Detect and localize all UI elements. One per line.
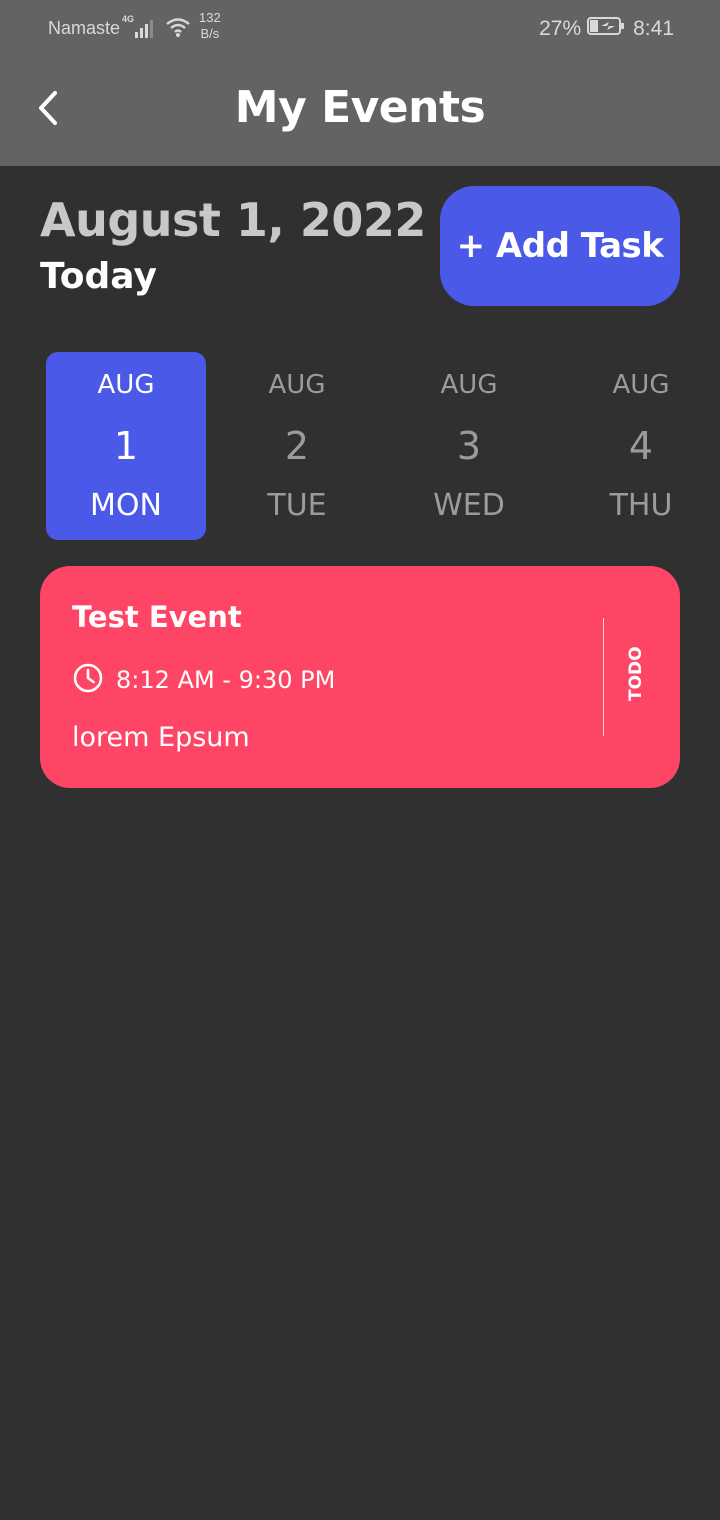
event-status-badge: TODO bbox=[626, 646, 646, 701]
event-time: 8:12 AM - 9:30 PM bbox=[116, 666, 336, 694]
carrier-name: Namaste bbox=[48, 18, 121, 38]
day-number: 2 bbox=[284, 424, 310, 468]
network-speed: 132 B/s bbox=[199, 10, 221, 42]
day-number: 3 bbox=[456, 424, 482, 468]
day-weekday: TUE bbox=[267, 488, 327, 523]
battery-percent: 27% bbox=[539, 17, 582, 40]
day-weekday: WED bbox=[433, 488, 505, 523]
add-task-button[interactable]: + Add Task bbox=[440, 186, 680, 306]
day-weekday: THU bbox=[609, 488, 673, 523]
day-month: AUG bbox=[268, 370, 326, 400]
wifi-icon bbox=[165, 16, 191, 43]
day-item-aug-3[interactable]: AUG 3 WED bbox=[389, 352, 549, 540]
status-right: 27% 8:41 bbox=[539, 16, 674, 42]
day-month: AUG bbox=[440, 370, 498, 400]
battery-charging-icon bbox=[587, 16, 625, 42]
page-title: My Events bbox=[234, 82, 486, 133]
event-description: lorem Epsum bbox=[72, 722, 250, 753]
signal-icon bbox=[135, 18, 157, 43]
day-weekday: MON bbox=[90, 488, 162, 523]
clock-time: 8:41 bbox=[633, 17, 674, 40]
day-number: 4 bbox=[628, 424, 654, 468]
speed-unit: B/s bbox=[200, 26, 220, 41]
event-divider bbox=[603, 618, 604, 736]
app-bar: My Events bbox=[0, 56, 720, 166]
event-title: Test Event bbox=[72, 600, 242, 634]
day-number: 1 bbox=[113, 424, 139, 468]
clock-icon bbox=[72, 662, 104, 698]
event-time-row: 8:12 AM - 9:30 PM bbox=[72, 662, 335, 698]
today-label: Today bbox=[40, 256, 157, 297]
day-month: AUG bbox=[97, 370, 155, 400]
status-bar: Namaste 4G 132 B/s 27% 8:41 bbox=[0, 0, 720, 56]
current-date: August 1, 2022 bbox=[40, 193, 426, 247]
day-item-aug-4[interactable]: AUG 4 THU bbox=[561, 352, 720, 540]
speed-value: 132 bbox=[199, 10, 221, 25]
event-card[interactable]: Test Event 8:12 AM - 9:30 PM lorem Epsum… bbox=[40, 566, 680, 788]
status-left: Namaste 4G 132 B/s bbox=[48, 10, 221, 43]
day-item-aug-2[interactable]: AUG 2 TUE bbox=[217, 352, 377, 540]
day-item-aug-1[interactable]: AUG 1 MON bbox=[46, 352, 206, 540]
day-month: AUG bbox=[612, 370, 670, 400]
network-type: 4G bbox=[122, 14, 135, 24]
